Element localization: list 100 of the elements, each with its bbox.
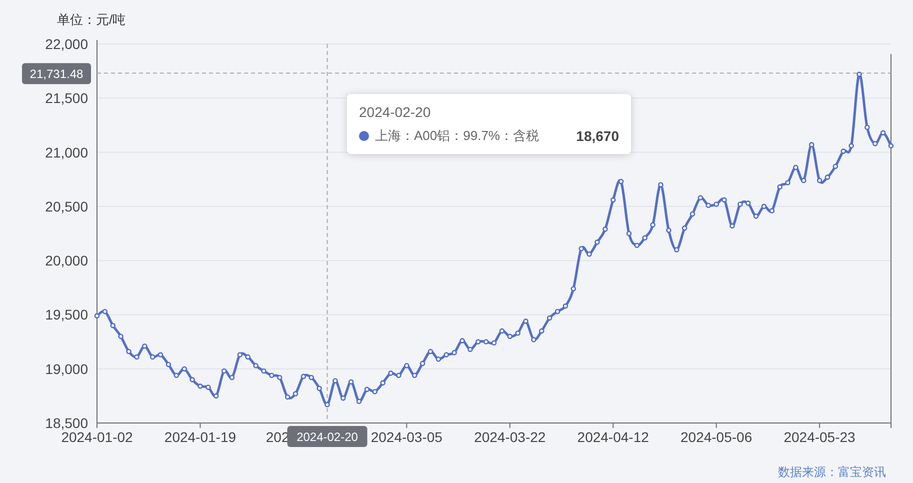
data-point <box>824 174 830 180</box>
data-point <box>539 328 544 334</box>
data-point <box>554 308 560 314</box>
axis-label: 2024-05-06 <box>680 429 752 445</box>
data-point <box>428 348 434 354</box>
data-point <box>110 322 116 328</box>
data-point <box>816 178 822 184</box>
axis-label: 2024-01-19 <box>164 429 236 445</box>
data-point <box>832 164 838 170</box>
axis-label: 2024-04-12 <box>577 429 649 445</box>
x-pointer-label: 2024-02-20 <box>287 426 368 447</box>
data-point <box>515 330 520 336</box>
axis-label: 18,500 <box>45 415 88 431</box>
data-point <box>190 377 195 382</box>
data-point <box>253 362 258 368</box>
data-point <box>198 384 203 389</box>
data-point <box>388 370 394 376</box>
data-point <box>276 374 282 380</box>
data-point <box>483 339 489 344</box>
data-point <box>126 348 132 354</box>
data-point <box>468 346 473 352</box>
data-point <box>808 142 814 148</box>
data-point <box>761 204 767 210</box>
axis-label: 21,500 <box>45 90 88 106</box>
data-point <box>332 378 338 384</box>
data-point <box>396 372 402 378</box>
data-point <box>562 303 568 309</box>
data-point <box>380 380 386 386</box>
data-point <box>206 384 211 390</box>
ref-line-label: 21,731.48 <box>30 67 84 82</box>
data-point <box>618 178 624 184</box>
data-point <box>166 362 172 368</box>
data-point <box>475 339 481 344</box>
series-name: 上海：A00铝：99.7%：含税 <box>375 127 540 145</box>
axis-label: 2024-03-05 <box>370 429 442 445</box>
data-point <box>158 352 164 358</box>
data-point <box>261 368 266 374</box>
data-point <box>714 202 719 207</box>
data-point <box>284 394 290 400</box>
data-point <box>642 235 648 240</box>
data-point <box>174 372 180 378</box>
axis-label: 20,500 <box>45 198 88 214</box>
data-point <box>436 356 442 362</box>
data-point <box>229 374 235 380</box>
data-point <box>658 182 664 188</box>
data-point <box>182 366 187 372</box>
data-point <box>507 334 513 340</box>
data-point <box>245 354 251 360</box>
axis-label: 2024-03-22 <box>474 429 546 445</box>
data-point <box>602 226 608 232</box>
data-point <box>404 362 410 368</box>
data-point <box>722 197 727 203</box>
data-point <box>872 140 878 146</box>
series-dot <box>359 131 369 141</box>
data-point <box>753 214 759 219</box>
axis-label: 21,000 <box>45 144 88 160</box>
data-point <box>348 379 354 384</box>
data-point <box>372 388 378 394</box>
data-point <box>142 343 148 349</box>
data-point <box>769 208 775 214</box>
data-point <box>690 211 696 217</box>
data-point <box>221 368 227 374</box>
data-point <box>269 372 274 378</box>
data-point <box>610 197 616 203</box>
data-point <box>546 315 552 321</box>
data-point <box>523 318 528 324</box>
tooltip-date: 2024-02-20 <box>359 103 432 122</box>
x-tick-label: 2024-02-20 <box>296 430 358 444</box>
data-point <box>452 350 457 356</box>
data-point <box>801 178 806 184</box>
data-point <box>698 195 704 200</box>
data-point <box>706 202 712 208</box>
data-point <box>793 164 798 170</box>
tooltip-value: 18,670 <box>576 128 619 144</box>
data-point <box>491 340 497 346</box>
data-point <box>300 374 306 380</box>
data-point <box>499 328 505 334</box>
data-point <box>292 391 298 396</box>
data-point <box>594 240 600 245</box>
data-point <box>237 352 243 358</box>
axis-label: 19,000 <box>45 360 88 377</box>
data-point <box>650 222 656 228</box>
y-pointer-label: 21,731.48 <box>22 63 91 84</box>
data-point <box>316 386 322 391</box>
partial-axis-label: 202 <box>266 429 290 445</box>
axis-label: 20,000 <box>45 252 88 269</box>
data-point <box>682 225 688 231</box>
axis-label: 2024-05-23 <box>784 429 856 445</box>
data-point <box>340 395 346 401</box>
data-point <box>102 308 108 314</box>
data-point <box>745 200 751 206</box>
data-point <box>531 336 536 342</box>
data-point <box>578 246 584 252</box>
data-point <box>460 338 465 344</box>
data-point <box>666 228 672 233</box>
data-point <box>570 286 576 292</box>
source-note: 数据来源：富宝资讯 <box>778 465 886 479</box>
data-point <box>864 124 870 130</box>
data-point <box>785 180 790 186</box>
data-point <box>213 393 219 399</box>
